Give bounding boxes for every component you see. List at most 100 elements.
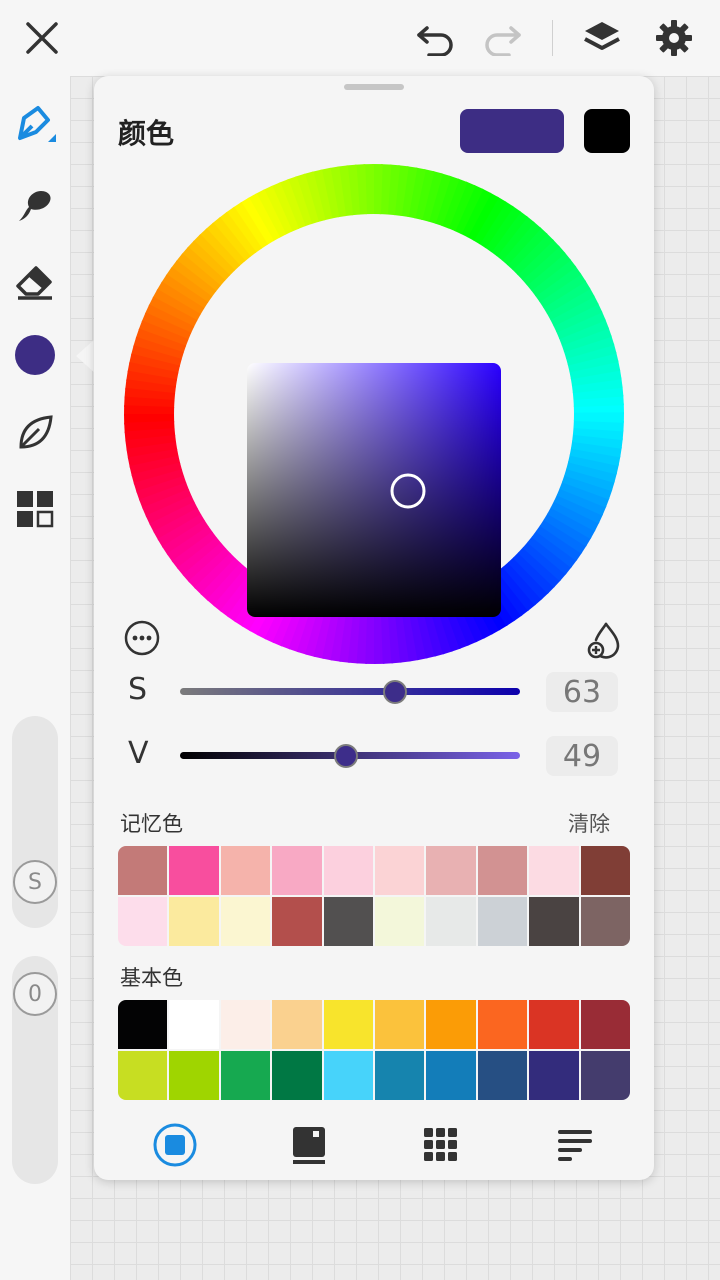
saturation-slider-thumb[interactable] (383, 680, 407, 704)
smudge-icon (19, 191, 51, 221)
eraser-icon (16, 266, 52, 300)
memory-color-swatch-14[interactable] (272, 897, 322, 946)
panel-title: 颜色 (118, 117, 175, 150)
size-badge: S (13, 860, 57, 904)
close-button[interactable] (18, 14, 66, 62)
basic-color-swatch-1[interactable] (118, 1000, 168, 1049)
basic-color-swatch-5[interactable] (323, 1000, 373, 1049)
gear-icon (656, 20, 692, 56)
wheel-mode-icon (153, 1123, 197, 1167)
tab-palette[interactable] (284, 1120, 334, 1170)
color-tool[interactable] (10, 330, 60, 380)
memory-color-swatch-8[interactable] (477, 846, 528, 895)
list-icon (558, 1130, 592, 1161)
settings-button[interactable] (650, 14, 698, 62)
basic-color-swatch-18[interactable] (477, 1051, 528, 1100)
memory-color-swatch-9[interactable] (529, 846, 579, 895)
pen-brush-icon (18, 106, 56, 142)
layers-button[interactable] (578, 14, 626, 62)
saturation-value-square[interactable] (247, 363, 501, 617)
smudge-tool[interactable] (10, 180, 60, 230)
color-panel: 颜色 S 63 V 49 记忆色 清除 基本色 (94, 76, 654, 1180)
basic-color-swatch-2[interactable] (169, 1000, 219, 1049)
value-value[interactable]: 49 (546, 736, 618, 776)
current-color-dot (15, 335, 55, 375)
basic-color-swatch-19[interactable] (529, 1051, 579, 1100)
close-icon (26, 22, 58, 54)
undo-icon (417, 26, 453, 56)
basic-color-swatch-12[interactable] (169, 1051, 219, 1100)
basic-color-swatch-20[interactable] (580, 1051, 630, 1100)
brush-tool[interactable] (10, 100, 60, 150)
redo-icon (485, 26, 521, 56)
material-tool[interactable] (10, 484, 60, 534)
saturation-slider[interactable] (180, 688, 520, 695)
basic-color-swatch-16[interactable] (375, 1051, 425, 1100)
opacity-slider[interactable]: 0 (12, 956, 58, 1184)
basic-color-swatch-15[interactable] (323, 1051, 373, 1100)
tab-list[interactable] (550, 1120, 600, 1170)
value-label: V (128, 736, 149, 771)
saturation-value[interactable]: 63 (546, 672, 618, 712)
redo-button[interactable] (478, 14, 526, 62)
memory-color-swatch-20[interactable] (580, 897, 630, 946)
memory-color-swatch-6[interactable] (375, 846, 425, 895)
memory-colors-title: 记忆色 (120, 812, 183, 836)
grid-tiles-icon (17, 491, 54, 528)
clear-memory-button[interactable]: 清除 (568, 808, 610, 838)
layers-icon (584, 22, 620, 50)
memory-color-swatch-12[interactable] (169, 897, 219, 946)
brush-size-slider[interactable]: S (12, 716, 58, 928)
opacity-badge: 0 (13, 972, 57, 1016)
left-toolbar: S 0 (0, 76, 70, 1280)
basic-color-swatch-10[interactable] (580, 1000, 630, 1049)
current-color-swatch[interactable] (460, 109, 564, 153)
eyedropper-add-icon[interactable] (584, 620, 624, 660)
basic-colors-grid (118, 1000, 630, 1100)
tab-swatches[interactable] (416, 1120, 466, 1170)
panel-drag-handle[interactable] (344, 84, 404, 90)
basic-color-swatch-9[interactable] (529, 1000, 579, 1049)
eraser-tool[interactable] (10, 256, 60, 306)
palette-card-icon (293, 1127, 325, 1164)
leaf-icon (19, 415, 53, 449)
basic-colors-title: 基本色 (120, 966, 183, 990)
basic-color-swatch-3[interactable] (220, 1000, 271, 1049)
memory-color-swatch-1[interactable] (118, 846, 168, 895)
memory-color-swatch-13[interactable] (220, 897, 271, 946)
basic-color-swatch-17[interactable] (426, 1051, 476, 1100)
memory-color-swatch-5[interactable] (323, 846, 373, 895)
toolbar-divider (552, 20, 553, 56)
memory-color-swatch-19[interactable] (529, 897, 579, 946)
basic-color-swatch-4[interactable] (272, 1000, 322, 1049)
memory-color-swatch-2[interactable] (169, 846, 219, 895)
top-bar (0, 0, 720, 76)
memory-color-swatch-15[interactable] (323, 897, 373, 946)
shape-tool[interactable] (10, 408, 60, 458)
memory-color-swatch-11[interactable] (118, 897, 168, 946)
value-slider-thumb[interactable] (334, 744, 358, 768)
basic-color-swatch-7[interactable] (426, 1000, 476, 1049)
color-mode-tabs (94, 1116, 654, 1176)
more-options-icon[interactable] (124, 620, 160, 656)
basic-color-swatch-14[interactable] (272, 1051, 322, 1100)
basic-color-swatch-11[interactable] (118, 1051, 168, 1100)
basic-color-swatch-8[interactable] (477, 1000, 528, 1049)
undo-button[interactable] (412, 14, 460, 62)
hue-wheel[interactable] (124, 164, 624, 664)
memory-color-swatch-7[interactable] (426, 846, 476, 895)
memory-color-swatch-10[interactable] (580, 846, 630, 895)
basic-color-swatch-13[interactable] (220, 1051, 271, 1100)
memory-color-swatch-4[interactable] (272, 846, 322, 895)
memory-color-swatch-3[interactable] (220, 846, 271, 895)
memory-color-swatch-18[interactable] (477, 897, 528, 946)
swatch-grid-icon (424, 1128, 457, 1161)
tab-wheel[interactable] (150, 1120, 200, 1170)
saturation-label: S (128, 672, 148, 707)
secondary-color-swatch[interactable] (584, 109, 630, 153)
memory-colors-grid (118, 846, 630, 946)
panel-pointer (76, 338, 96, 374)
basic-color-swatch-6[interactable] (375, 1000, 425, 1049)
memory-color-swatch-16[interactable] (375, 897, 425, 946)
memory-color-swatch-17[interactable] (426, 897, 476, 946)
